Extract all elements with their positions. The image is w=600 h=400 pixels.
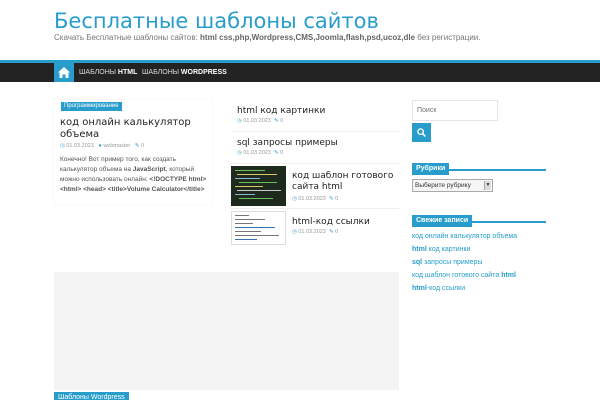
- recent-link-bold: html: [412, 246, 427, 253]
- section-heading-wordpress: Шаблоны Wordpress: [54, 392, 129, 400]
- recent-post-link[interactable]: html-код ссылки: [412, 285, 465, 292]
- nav-item-bold: HTML: [117, 69, 138, 76]
- recent-post-link[interactable]: sql запросы примеры: [412, 259, 482, 266]
- recent-link-text: код онлайн калькулятор объема: [412, 233, 518, 240]
- comment-icon: ✎: [134, 143, 140, 149]
- post-meta: ◷ 01.03.2023 ● webmaster ✎ 0: [60, 143, 144, 149]
- post-date[interactable]: 01.03.2023: [66, 143, 94, 149]
- site-desc-suffix: без регистрации.: [415, 33, 481, 42]
- post-meta: ◷ 01.03.2023 ✎ 0: [237, 150, 283, 156]
- recent-link-text: код картинки: [426, 246, 471, 253]
- main-navigation: ШАБЛОНЫ HTML ШАБЛОНЫ WORDPRESS: [0, 60, 600, 82]
- site-title[interactable]: Бесплатные шаблоны сайтов: [54, 9, 379, 33]
- recent-link-text: -код ссылки: [426, 285, 466, 292]
- divider: [231, 131, 399, 132]
- search-input[interactable]: [412, 100, 498, 121]
- home-button[interactable]: [54, 63, 74, 82]
- divider: [231, 163, 399, 164]
- post-title[interactable]: sql запросы примеры: [237, 138, 338, 149]
- recent-link-text: запросы примеры: [422, 259, 483, 266]
- recent-link-bold: html: [501, 272, 516, 279]
- recent-link-bold: sql: [412, 259, 423, 266]
- widget-title-text: Рубрики: [412, 163, 450, 175]
- post-title[interactable]: html-код ссылки: [292, 217, 370, 228]
- widget-title-text: Свежие записи: [412, 215, 473, 227]
- post-comments[interactable]: 0: [280, 118, 283, 124]
- post-author[interactable]: webmaster: [103, 143, 130, 149]
- post-meta: ◷ 01.03.2023 ✎ 0: [292, 229, 338, 235]
- post-title[interactable]: код шаблон готового сайта html: [292, 171, 397, 192]
- nav-item-html-templates[interactable]: ШАБЛОНЫ HTML: [79, 63, 137, 82]
- clock-icon: ◷: [292, 229, 297, 235]
- post-date[interactable]: 01.03.2023: [243, 150, 271, 156]
- post-date[interactable]: 01.03.2023: [298, 196, 326, 202]
- site-desc-prefix: Скачать Бесплатные шаблоны сайтов:: [54, 33, 201, 42]
- recent-post-link[interactable]: код онлайн калькулятор объема: [412, 233, 517, 240]
- widget-title-categories: Рубрики: [412, 157, 546, 175]
- post-meta: ◷ 01.03.2023 ✎ 0: [292, 196, 338, 202]
- comment-icon: ✎: [273, 150, 279, 156]
- featured-post-excerpt: Конечно! Вот пример того, как создать ка…: [60, 155, 210, 195]
- recent-link-text: код шаблон готового сайта: [412, 272, 502, 279]
- comment-icon: ✎: [328, 196, 334, 202]
- recent-post-link[interactable]: html код картинки: [412, 246, 470, 253]
- category-badge[interactable]: Программирование: [61, 102, 122, 111]
- clock-icon: ◷: [292, 196, 297, 202]
- post-comments[interactable]: 0: [141, 143, 144, 149]
- widget-title-recent: Свежие записи: [412, 209, 546, 227]
- recent-link-bold: html: [412, 285, 427, 292]
- comment-icon: ✎: [328, 229, 334, 235]
- post-date[interactable]: 01.03.2023: [243, 118, 271, 124]
- nav-item-prefix: ШАБЛОНЫ: [79, 69, 118, 76]
- post-meta: ◷ 01.03.2023 ✎ 0: [237, 118, 283, 124]
- comment-icon: ✎: [273, 118, 279, 124]
- ad-placeholder: [54, 272, 399, 390]
- clock-icon: ◷: [237, 150, 242, 156]
- post-comments[interactable]: 0: [280, 150, 283, 156]
- search-icon: [417, 128, 426, 137]
- divider: [231, 208, 399, 209]
- recent-post-link[interactable]: код шаблон готового сайта html: [412, 272, 516, 279]
- post-comments[interactable]: 0: [335, 196, 338, 202]
- home-icon: [58, 67, 70, 78]
- nav-item-bold: WORDPRESS: [180, 69, 227, 76]
- featured-post-title[interactable]: код онлайн калькулятор объема: [60, 117, 210, 141]
- post-thumbnail[interactable]: [231, 166, 286, 206]
- excerpt-bold: JavaScript: [132, 166, 166, 173]
- post-thumbnail[interactable]: [231, 211, 286, 245]
- category-select[interactable]: Выберите рубрику ▼: [412, 179, 493, 192]
- post-title[interactable]: html код картинки: [237, 106, 325, 117]
- clock-icon: ◷: [60, 143, 65, 149]
- post-date[interactable]: 01.03.2023: [298, 229, 326, 235]
- dropdown-arrow-icon: ▼: [484, 181, 491, 190]
- user-icon: ●: [98, 143, 102, 149]
- post-comments[interactable]: 0: [335, 229, 338, 235]
- category-select-value: Выберите рубрику: [415, 182, 471, 189]
- site-desc-keywords: html css,php,Wordpress,CMS,Joomla,flash,…: [200, 33, 416, 42]
- nav-item-prefix: ШАБЛОНЫ: [142, 69, 181, 76]
- site-description: Скачать Бесплатные шаблоны сайтов: html …: [54, 33, 481, 42]
- search-button[interactable]: [412, 123, 431, 142]
- clock-icon: ◷: [237, 118, 242, 124]
- nav-item-wordpress-templates[interactable]: ШАБЛОНЫ WORDPRESS: [142, 63, 227, 82]
